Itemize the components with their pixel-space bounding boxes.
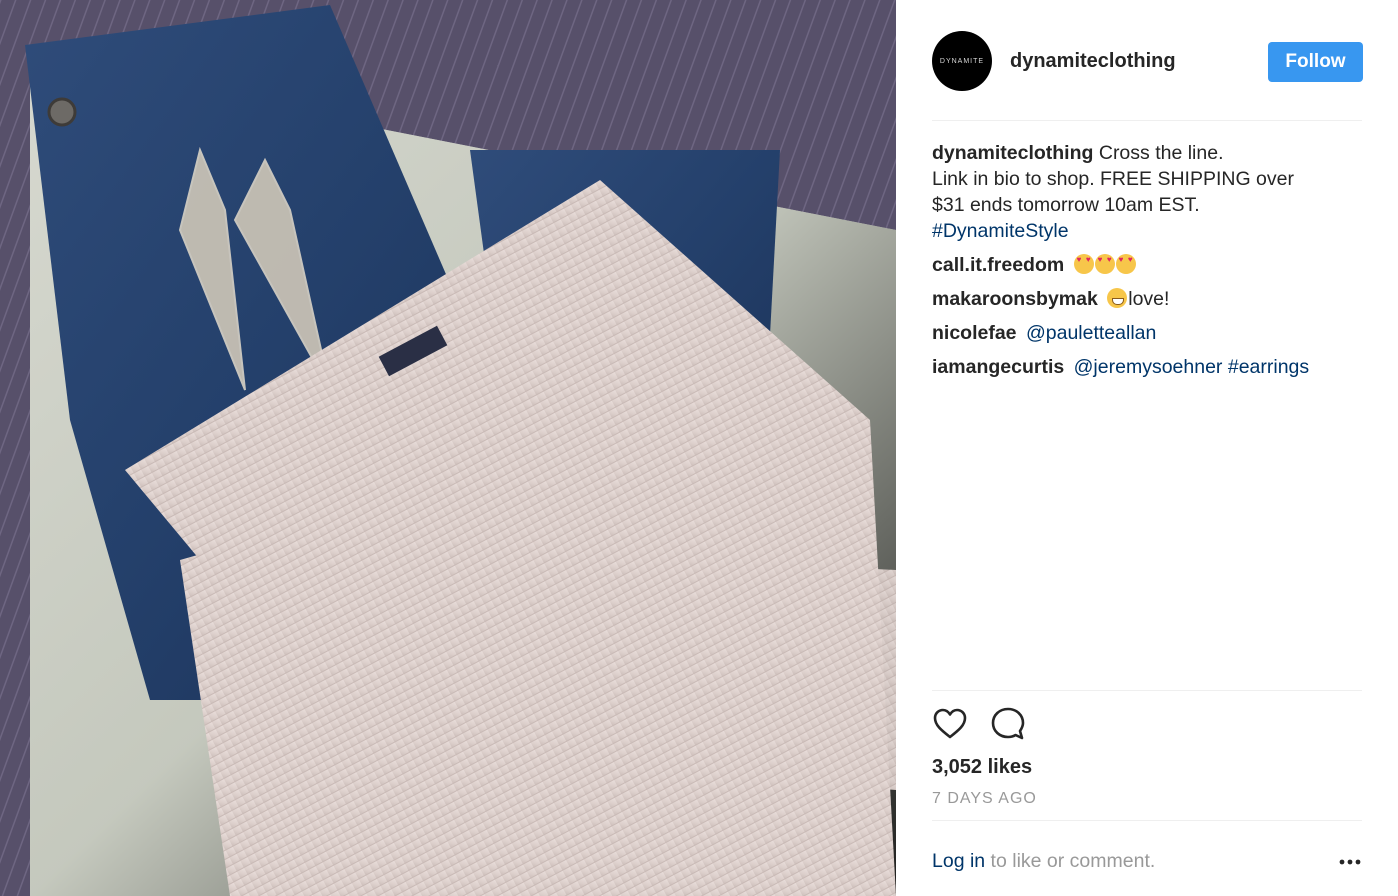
post-photo-illustration	[0, 0, 896, 896]
comment-item: call.it.freedom	[932, 252, 1372, 278]
post-header: DYNAMITE dynamiteclothing Follow	[896, 0, 1398, 122]
heart-outline-icon[interactable]	[932, 706, 968, 742]
comment-mention[interactable]: @jeremysoehner	[1074, 356, 1223, 378]
post-photo[interactable]	[0, 0, 896, 896]
comment-username[interactable]: iamangecurtis	[932, 356, 1064, 378]
follow-button[interactable]: Follow	[1268, 42, 1363, 82]
post-side-panel: DYNAMITE dynamiteclothing Follow dynamit…	[896, 0, 1398, 896]
avatar-logo-text: DYNAMITE	[939, 57, 985, 65]
comment-item: makaroonsbymak love!	[932, 286, 1372, 312]
comment-username[interactable]: makaroonsbymak	[932, 288, 1098, 310]
actions-divider	[932, 690, 1362, 691]
post-actions	[932, 706, 1026, 742]
comment-item: nicolefae @pauletteallan	[932, 320, 1372, 346]
caption-hashtag[interactable]: #DynamiteStyle	[932, 220, 1069, 242]
login-prompt: Log in to like or comment.	[932, 850, 1155, 873]
login-link[interactable]: Log in	[932, 850, 985, 872]
caption-line1: Cross the line.	[1098, 142, 1224, 164]
comment-hashtag[interactable]: #earrings	[1228, 356, 1309, 378]
comments-list: dynamiteclothing Cross the line. Link in…	[932, 140, 1372, 380]
heart-eyes-emoji-icon	[1073, 254, 1137, 276]
caption-line3: $31 ends tomorrow 10am EST.	[932, 194, 1200, 216]
comment-mention[interactable]: @pauletteallan	[1026, 322, 1156, 344]
login-prompt-text: to like or comment.	[985, 850, 1156, 872]
comment-username[interactable]: nicolefae	[932, 322, 1017, 344]
caption-line2: Link in bio to shop. FREE SHIPPING over	[932, 168, 1294, 190]
caption-username[interactable]: dynamiteclothing	[932, 142, 1093, 164]
header-divider	[932, 120, 1362, 121]
grin-emoji-icon	[1107, 288, 1128, 308]
ellipsis-icon[interactable]	[1338, 852, 1362, 872]
footer-divider	[932, 820, 1362, 821]
avatar[interactable]: DYNAMITE	[932, 31, 992, 91]
comment-text: love!	[1128, 288, 1170, 310]
comment-item: iamangecurtis @jeremysoehner #earrings	[932, 354, 1372, 380]
comment-username[interactable]: call.it.freedom	[932, 254, 1064, 276]
post-timestamp[interactable]: 7 DAYS AGO	[932, 790, 1037, 808]
header-username[interactable]: dynamiteclothing	[1010, 50, 1176, 73]
post-caption: dynamiteclothing Cross the line. Link in…	[932, 140, 1372, 244]
comment-bubble-icon[interactable]	[990, 706, 1026, 742]
likes-count[interactable]: 3,052 likes	[932, 756, 1032, 779]
